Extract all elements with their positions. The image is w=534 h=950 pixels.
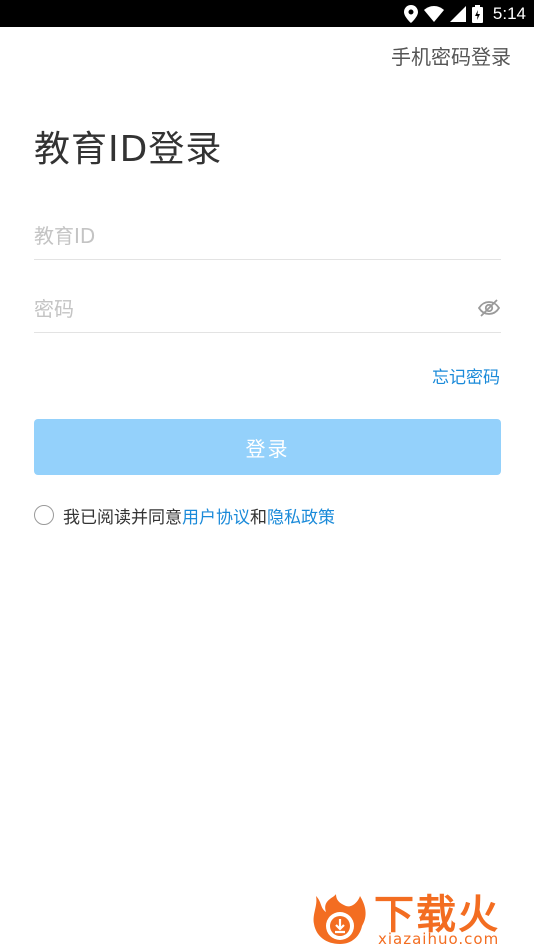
flame-logo-icon	[312, 894, 368, 946]
agreement-conjunction: 和	[250, 507, 267, 528]
status-time: 5:14	[492, 3, 526, 23]
login-screen: 5:14 手机密码登录 教育ID登录 忘记密码 登录 我已阅读并同意 用户协议 …	[0, 0, 534, 950]
agreement-checkbox[interactable]	[34, 505, 54, 525]
location-icon	[403, 4, 418, 23]
wifi-icon	[423, 5, 444, 22]
watermark: 下载火 xiazaihuo.com	[312, 882, 528, 948]
status-icons: 5:14	[403, 0, 526, 27]
password-input[interactable]	[34, 285, 501, 332]
agreement-text: 我已阅读并同意	[63, 507, 182, 528]
phone-password-login-link[interactable]: 手机密码登录	[391, 41, 511, 70]
eye-closed-icon[interactable]	[477, 296, 501, 320]
user-agreement-link[interactable]: 用户协议	[182, 503, 250, 528]
agreement-row: 我已阅读并同意 用户协议 和 隐私政策	[34, 503, 335, 528]
battery-icon	[471, 4, 483, 23]
login-button[interactable]: 登录	[34, 419, 501, 475]
edu-id-field	[34, 212, 501, 260]
page-title: 教育ID登录	[34, 129, 223, 170]
edu-id-input[interactable]	[34, 212, 501, 259]
status-bar: 5:14	[0, 0, 534, 27]
password-field	[34, 285, 501, 333]
privacy-policy-link[interactable]: 隐私政策	[267, 503, 335, 528]
signal-icon	[449, 5, 466, 22]
watermark-url: xiazaihuo.com	[378, 930, 500, 948]
forgot-password-link[interactable]: 忘记密码	[432, 363, 500, 388]
